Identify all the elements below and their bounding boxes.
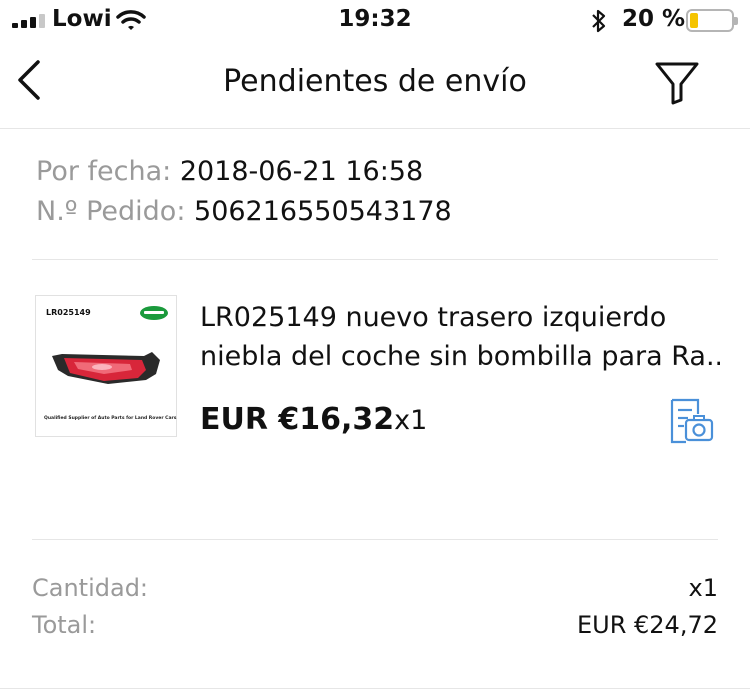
brand-logo <box>140 306 168 320</box>
status-bar: Lowi 19:32 20 % <box>0 0 750 40</box>
order-number-value: 506216550543178 <box>194 196 452 227</box>
thumbnail-code: LR025149 <box>46 308 91 317</box>
product-title-line-2: niebla del coche sin bombilla para Ra... <box>200 341 720 372</box>
thumbnail-tagline: Qualified Supplier of Auto Parts for Lan… <box>44 416 177 421</box>
order-info: Por fecha: 2018-06-21 16:58 N.º Pedido: … <box>36 152 452 232</box>
fog-lamp-image <box>52 352 160 384</box>
divider <box>0 688 750 689</box>
bluetooth-icon <box>592 9 606 33</box>
order-number-row: N.º Pedido: 506216550543178 <box>36 192 452 232</box>
divider <box>32 259 718 260</box>
quantity-value: x1 <box>688 574 718 602</box>
total-value: EUR €24,72 <box>576 611 718 639</box>
product-price-row: EUR €16,32x1 <box>200 402 427 437</box>
total-label: Total: <box>32 611 97 639</box>
product-thumbnail[interactable]: LR025149 Qualified Supplier of Auto Part… <box>35 295 177 437</box>
order-date-row: Por fecha: 2018-06-21 16:58 <box>36 152 452 192</box>
product-price: EUR €16,32 <box>200 402 395 437</box>
snapshot-icon[interactable] <box>664 398 714 444</box>
order-date-label: Por fecha: <box>36 156 172 187</box>
product-title[interactable]: LR025149 nuevo trasero izquierdo niebla … <box>200 298 720 376</box>
page-title: Pendientes de envío <box>223 64 527 99</box>
divider <box>32 539 718 540</box>
quantity-label: Cantidad: <box>32 574 149 602</box>
order-number-label: N.º Pedido: <box>36 196 186 227</box>
product-title-line-1: LR025149 nuevo trasero izquierdo <box>200 302 667 333</box>
product-quantity: x1 <box>394 405 428 436</box>
battery-icon <box>686 9 738 32</box>
order-date-value: 2018-06-21 16:58 <box>179 156 424 187</box>
filter-icon[interactable] <box>652 58 702 108</box>
navigation-bar: Pendientes de envío <box>0 40 750 129</box>
battery-percentage: 20 % <box>622 6 686 32</box>
